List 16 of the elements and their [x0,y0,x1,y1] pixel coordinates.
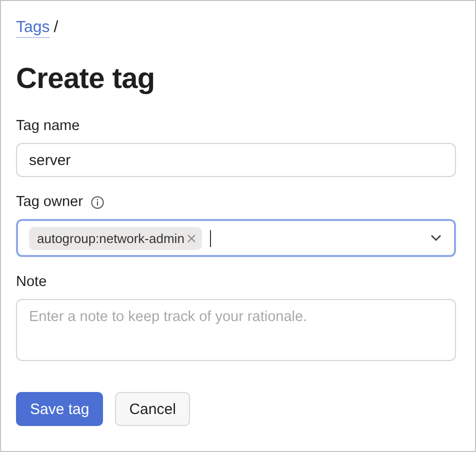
breadcrumb-link[interactable]: Tags [16,18,50,38]
field-label: Tag name [16,118,80,134]
owner-select[interactable]: autogroup:network-admin [16,219,456,257]
tag-name-field[interactable]: server [16,143,456,177]
remove-icon[interactable] [187,234,196,242]
field-label: Tag owner [16,194,83,210]
cancel-button[interactable]: Cancel [115,392,190,426]
chevron-down-icon[interactable] [430,234,442,242]
info-icon[interactable] [90,196,104,208]
save-button[interactable]: Save tag [16,392,104,426]
page-title: Create tag [16,63,156,96]
note-field[interactable]: Enter a note to keep track of your rationale. [16,299,456,361]
text-cursor [210,230,212,246]
chip-label: autogroup:network-admin [37,230,184,246]
breadcrumb-separator: / [54,18,58,38]
field-label: Note [16,274,47,290]
